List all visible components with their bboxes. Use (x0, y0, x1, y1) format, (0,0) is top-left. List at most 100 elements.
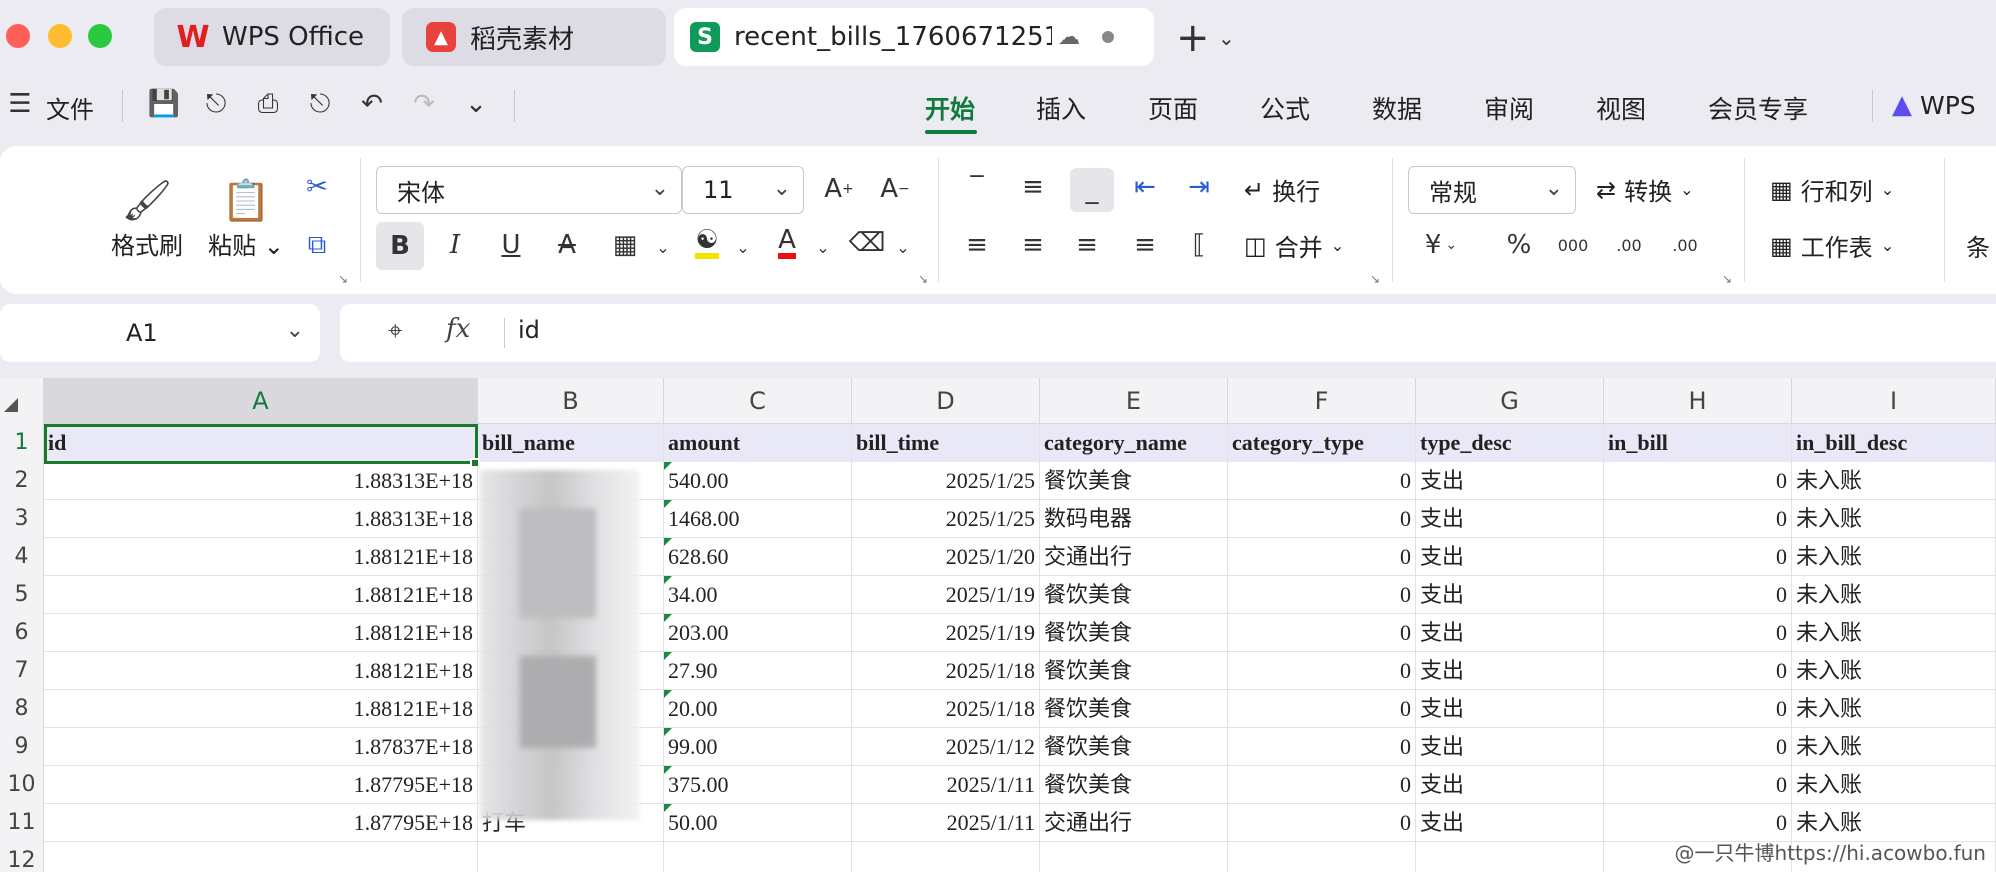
table-cell[interactable]: 375.00 (664, 766, 852, 804)
table-cell[interactable]: 未入账 (1792, 614, 1996, 652)
fill-handle[interactable] (470, 458, 480, 468)
table-cell[interactable]: 支出 (1416, 766, 1604, 804)
row-number[interactable]: 3 (0, 500, 44, 538)
tab-home[interactable]: 开始 (925, 90, 975, 126)
align-middle-icon[interactable]: ≡ (1016, 170, 1050, 204)
decrease-font-icon[interactable]: A − (878, 172, 912, 206)
decrease-indent-icon[interactable]: ⇤ (1128, 170, 1162, 204)
align-right-icon[interactable]: ≡ (1070, 228, 1104, 262)
copy-icon[interactable]: ⧉ (300, 228, 334, 262)
export-icon[interactable]: ⎋ (198, 86, 234, 122)
table-cell[interactable]: 0 (1604, 766, 1792, 804)
increase-decimal-button[interactable]: .00 (1668, 228, 1702, 262)
table-cell[interactable]: 34.00 (664, 576, 852, 614)
table-cell[interactable]: 0 (1604, 500, 1792, 538)
table-cell[interactable]: 2025/1/19 (852, 576, 1040, 614)
file-menu[interactable]: 文件 (46, 90, 94, 125)
table-cell[interactable]: 0 (1228, 804, 1416, 842)
table-cell[interactable]: 支出 (1416, 614, 1604, 652)
select-all-button[interactable] (0, 378, 44, 424)
table-cell[interactable]: 未入账 (1792, 462, 1996, 500)
table-cell[interactable]: 0 (1604, 462, 1792, 500)
table-cell[interactable]: 未入账 (1792, 652, 1996, 690)
table-cell[interactable]: 1.88313E+18 (44, 462, 478, 500)
table-cell[interactable]: 2025/1/18 (852, 652, 1040, 690)
cut-icon[interactable]: ✂ (300, 170, 334, 204)
table-cell[interactable]: 0 (1228, 690, 1416, 728)
tab-recent-bills[interactable]: S recent_bills_1760671251467 ☁ (674, 8, 1154, 66)
column-header-g[interactable]: G (1416, 378, 1604, 424)
hamburger-icon[interactable]: ☰ (2, 86, 38, 122)
table-cell[interactable]: 1.88313E+18 (44, 500, 478, 538)
align-left-icon[interactable]: ≡ (960, 228, 994, 262)
column-header-c[interactable]: C (664, 378, 852, 424)
table-cell[interactable]: 0 (1228, 538, 1416, 576)
table-cell[interactable]: 交通出行 (1040, 804, 1228, 842)
column-header-d[interactable]: D (852, 378, 1040, 424)
table-cell[interactable]: 支出 (1416, 652, 1604, 690)
row-number[interactable]: 12 (0, 842, 44, 872)
table-cell[interactable]: 0 (1604, 690, 1792, 728)
row-number[interactable]: 1 (0, 424, 44, 462)
table-cell[interactable] (1228, 842, 1416, 872)
table-cell[interactable]: 数码电器 (1040, 500, 1228, 538)
table-cell[interactable]: 0 (1604, 652, 1792, 690)
tab-insert[interactable]: 插入 (1036, 90, 1086, 126)
table-cell[interactable]: 餐饮美食 (1040, 652, 1228, 690)
conditional-format-button[interactable]: 条 (1966, 228, 1990, 263)
table-cell[interactable]: 540.00 (664, 462, 852, 500)
table-cell[interactable] (852, 842, 1040, 872)
table-cell[interactable]: 餐饮美食 (1040, 462, 1228, 500)
table-cell[interactable]: 203.00 (664, 614, 852, 652)
save-icon[interactable]: 💾 (146, 86, 182, 122)
header-cell[interactable]: in_bill_desc (1792, 424, 1996, 462)
undo-icon[interactable]: ↶ (354, 86, 390, 122)
fill-color-icon[interactable]: ☯ (690, 226, 724, 260)
table-cell[interactable]: 2025/1/20 (852, 538, 1040, 576)
table-cell[interactable]: 餐饮美食 (1040, 690, 1228, 728)
table-cell[interactable] (1040, 842, 1228, 872)
formula-input[interactable]: ⌖ fx id (340, 304, 1996, 362)
table-cell[interactable]: 未入账 (1792, 690, 1996, 728)
table-cell[interactable] (478, 842, 664, 872)
header-cell[interactable]: type_desc (1416, 424, 1604, 462)
table-cell[interactable]: 未入账 (1792, 728, 1996, 766)
column-header-e[interactable]: E (1040, 378, 1228, 424)
column-header-i[interactable]: I (1792, 378, 1996, 424)
table-cell[interactable]: 支出 (1416, 690, 1604, 728)
align-bottom-icon[interactable]: _ (1070, 168, 1114, 212)
tab-review[interactable]: 审阅 (1484, 90, 1534, 126)
table-cell[interactable]: 1.87837E+18 (44, 728, 478, 766)
font-size-select[interactable]: 11 ⌄ (682, 166, 804, 214)
font-color-icon[interactable]: A (770, 226, 804, 260)
wps-ai-button[interactable]: ▲ WPS (1892, 90, 1976, 120)
zoom-icon[interactable]: ⌖ (388, 316, 403, 347)
header-cell[interactable]: bill_name (478, 424, 664, 462)
chevron-down-icon[interactable]: ⌄ (806, 230, 840, 264)
table-cell[interactable]: 0 (1228, 766, 1416, 804)
table-cell[interactable]: 1.88121E+18 (44, 538, 478, 576)
header-cell[interactable]: amount (664, 424, 852, 462)
print-preview-icon[interactable]: ⎋ (302, 86, 338, 122)
increase-indent-icon[interactable]: ⇥ (1182, 170, 1216, 204)
table-cell[interactable]: 1.88121E+18 (44, 576, 478, 614)
row-number[interactable]: 5 (0, 576, 44, 614)
number-format-select[interactable]: 常规 ⌄ (1408, 166, 1576, 214)
row-number[interactable]: 8 (0, 690, 44, 728)
currency-button[interactable]: ¥ ⌄ (1416, 228, 1466, 262)
underline-button[interactable]: U (494, 228, 528, 262)
wrap-text-button[interactable]: ↵ 换行 (1244, 172, 1320, 207)
table-cell[interactable]: 支出 (1416, 728, 1604, 766)
table-cell[interactable]: 20.00 (664, 690, 852, 728)
redo-icon[interactable]: ↷ (406, 86, 442, 122)
table-cell[interactable]: 1.87795E+18 (44, 804, 478, 842)
name-box[interactable]: A1 ⌄ (0, 304, 320, 362)
print-icon[interactable]: ⎙ (250, 86, 286, 122)
merge-button[interactable]: ◫ 合并 ⌄ (1244, 228, 1344, 263)
table-cell[interactable]: 支出 (1416, 804, 1604, 842)
chevron-down-icon[interactable]: ⌄ (646, 230, 680, 264)
table-cell[interactable]: 1468.00 (664, 500, 852, 538)
table-cell[interactable]: 2025/1/19 (852, 614, 1040, 652)
tab-data[interactable]: 数据 (1372, 90, 1422, 126)
row-number[interactable]: 2 (0, 462, 44, 500)
